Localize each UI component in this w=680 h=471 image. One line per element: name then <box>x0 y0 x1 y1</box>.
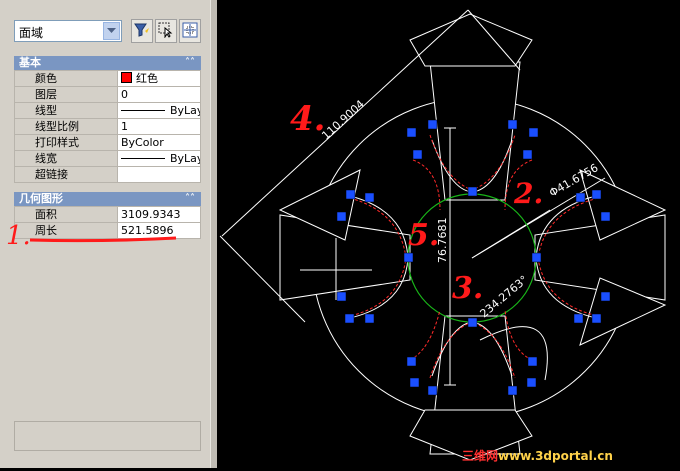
blade-top-tip <box>409 13 533 67</box>
dim-text-aligned[interactable]: 110.9004 <box>319 97 367 142</box>
annotation-3: 3. <box>452 271 483 306</box>
markup-overlay-palette: 1. <box>6 221 177 251</box>
underline-markup <box>29 236 177 243</box>
blade-top <box>429 61 521 201</box>
watermark-part1: 三维网 <box>462 449 499 463</box>
drawing-canvas[interactable]: 110.9004 76.7681 Φ41.6756 234.2763° 4. 2… <box>217 0 680 468</box>
watermark: 三维网www.3dportal.cn <box>462 447 613 464</box>
annotation-1: 1. <box>6 221 31 251</box>
annotation-4: 4. <box>290 99 326 139</box>
annotation-5: 5. <box>408 218 439 253</box>
annotation-2: 2. <box>513 177 543 210</box>
cad-drawing[interactable]: 110.9004 76.7681 Φ41.6756 234.2763° 4. 2… <box>217 0 680 468</box>
watermark-part2: www.3dportal.cn <box>498 449 613 463</box>
description-area <box>14 421 201 451</box>
